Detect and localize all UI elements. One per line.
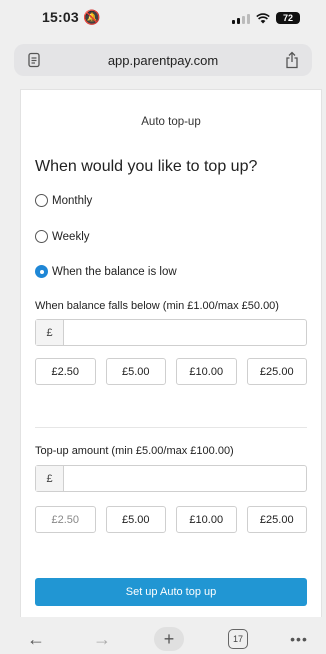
address-bar[interactable]: app.parentpay.com xyxy=(14,44,312,76)
threshold-currency-prefix: £ xyxy=(36,320,64,345)
share-icon[interactable] xyxy=(284,51,300,69)
radio-weekly-label: Weekly xyxy=(52,230,90,243)
frequency-question: When would you like to top up? xyxy=(35,158,258,175)
topup-amount-label: Top-up amount (min £5.00/max £100.00) xyxy=(35,445,234,457)
silent-mode-icon: 🔕 xyxy=(83,9,101,25)
radio-monthly-control[interactable] xyxy=(35,194,48,207)
status-indicators: 72 xyxy=(232,12,300,24)
threshold-input[interactable] xyxy=(64,320,306,345)
status-time-group: 15:03 🔕 xyxy=(42,9,101,27)
new-tab-plus-icon[interactable]: + xyxy=(154,627,184,651)
topup-preset-5-00[interactable]: £5.00 xyxy=(105,506,166,533)
threshold-preset-5-00[interactable]: £5.00 xyxy=(105,358,166,385)
battery-level: 72 xyxy=(282,13,293,23)
tab-count-icon[interactable]: 17 xyxy=(228,629,248,649)
radio-weekly-control[interactable] xyxy=(35,230,48,243)
forward-arrow-icon[interactable]: → xyxy=(90,628,114,650)
threshold-preset-2-50[interactable]: £2.50 xyxy=(35,358,96,385)
topup-preset-2-50[interactable]: £2.50 xyxy=(35,506,96,533)
threshold-presets: £2.50 £5.00 £10.00 £25.00 xyxy=(35,358,307,385)
topup-preset-10-00[interactable]: £10.00 xyxy=(176,506,237,533)
battery-icon: 72 xyxy=(276,12,300,24)
browser-toolbar: ← → + 17 ••• xyxy=(0,624,326,654)
radio-balance-low-control[interactable] xyxy=(35,265,48,278)
threshold-input-group: £ xyxy=(35,319,307,346)
more-options-icon[interactable]: ••• xyxy=(288,628,310,650)
threshold-preset-10-00[interactable]: £10.00 xyxy=(176,358,237,385)
topup-preset-25-00[interactable]: £25.00 xyxy=(246,506,307,533)
wifi-icon xyxy=(256,12,270,23)
page-title: Auto top-up xyxy=(141,116,201,128)
back-arrow-icon[interactable]: ← xyxy=(24,628,48,650)
cellular-signal-icon xyxy=(232,13,250,24)
topup-input-group: £ xyxy=(35,465,307,492)
threshold-preset-25-00[interactable]: £25.00 xyxy=(246,358,307,385)
radio-monthly-label: Monthly xyxy=(52,194,93,207)
setup-auto-topup-button[interactable]: Set up Auto top up xyxy=(35,578,307,606)
status-bar: 15:03 🔕 72 xyxy=(0,0,326,36)
radio-balance-low-label: When the balance is low xyxy=(52,265,177,278)
radio-monthly[interactable]: Monthly xyxy=(35,194,92,207)
topup-presets: £2.50 £5.00 £10.00 £25.00 xyxy=(35,506,307,533)
section-divider xyxy=(35,427,307,428)
page-menu-icon[interactable] xyxy=(26,52,42,68)
topup-currency-prefix: £ xyxy=(36,466,64,491)
url-text: app.parentpay.com xyxy=(107,52,219,68)
auto-topup-panel: Auto top-up When would you like to top u… xyxy=(20,89,322,617)
threshold-label: When balance falls below (min £1.00/max … xyxy=(35,300,279,312)
topup-amount-input[interactable] xyxy=(64,466,306,491)
radio-weekly[interactable]: Weekly xyxy=(35,230,90,243)
radio-balance-low[interactable]: When the balance is low xyxy=(35,265,177,278)
status-time: 15:03 xyxy=(42,9,79,25)
